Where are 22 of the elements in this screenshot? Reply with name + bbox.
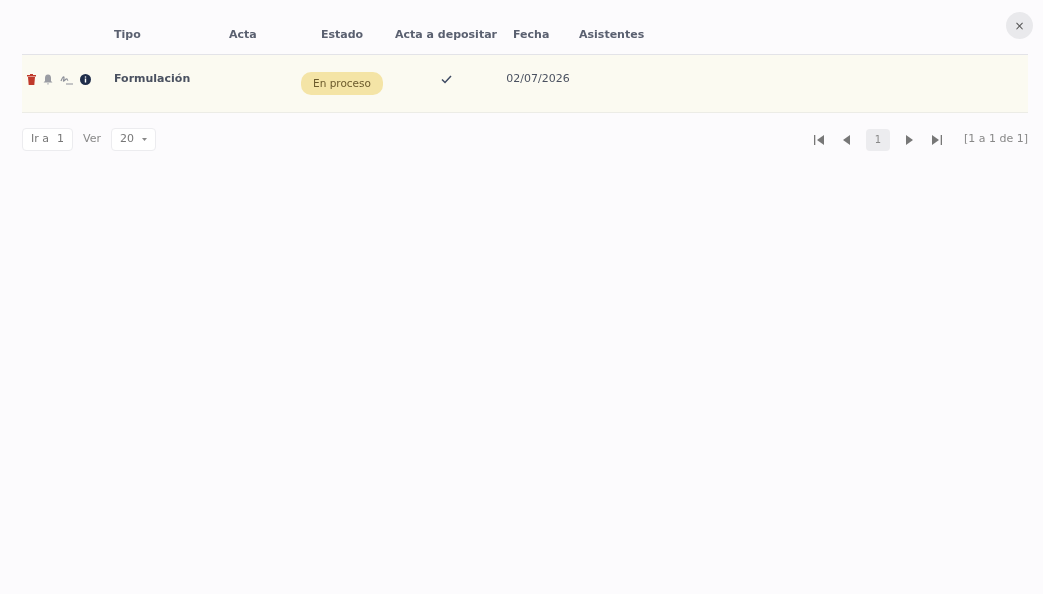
page-size-select[interactable]: 20 (111, 128, 156, 151)
current-page[interactable]: 1 (865, 128, 890, 151)
info-icon[interactable] (80, 74, 91, 85)
close-button[interactable]: × (1006, 12, 1033, 39)
column-header: Fecha (512, 27, 551, 44)
column-header: Asistentes (578, 27, 646, 44)
go-to-page-field[interactable]: Ir a 1 (22, 128, 73, 151)
signature-icon[interactable] (60, 74, 73, 85)
caret-icon (142, 138, 147, 141)
bell-icon[interactable] (43, 74, 53, 85)
column-header: Estado (319, 27, 365, 44)
view-label: Ver (83, 131, 101, 148)
page-summary: [1 a 1 de 1] (963, 131, 1028, 148)
trash-icon[interactable] (27, 74, 36, 85)
go-to-label: Ir a (31, 131, 49, 148)
page-number-input[interactable]: 1 (57, 131, 64, 148)
table-cell-text: Formulación (113, 71, 192, 88)
column-header: Acta (228, 27, 258, 44)
table-cell: 02/07/2026 (506, 71, 570, 88)
status-badge: En proceso (301, 71, 383, 96)
column-header: Tipo (113, 27, 142, 44)
column-header: Acta a depositar (394, 27, 498, 44)
